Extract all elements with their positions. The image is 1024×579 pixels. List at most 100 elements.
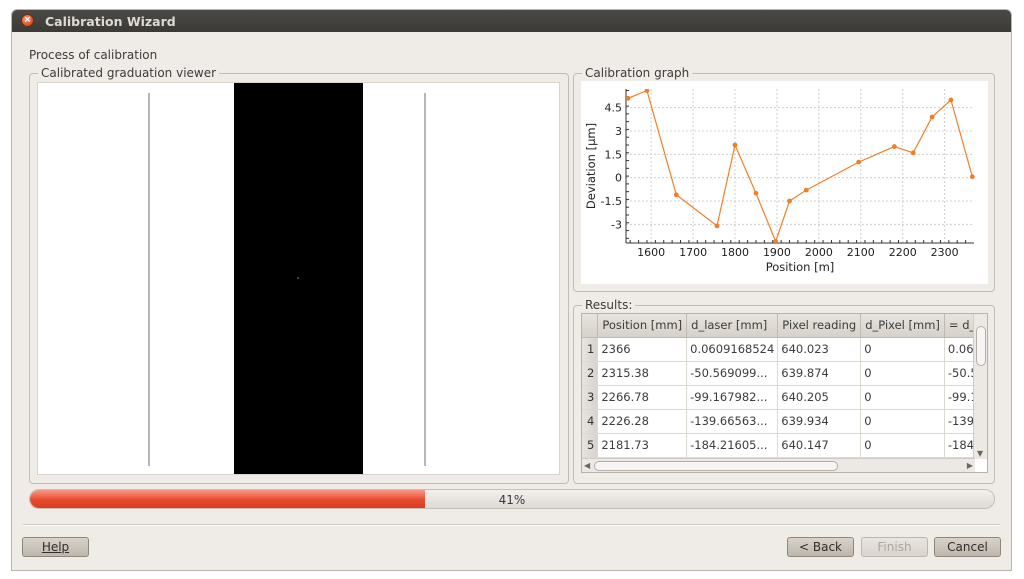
deviation-point bbox=[732, 142, 738, 148]
x-tick-label: 2000 bbox=[805, 246, 833, 259]
table-row[interactable]: 5 2181.73 -184.21605... 640.147 0 -184.2… bbox=[582, 433, 987, 458]
corner-header bbox=[582, 314, 599, 338]
deviation-point bbox=[969, 174, 975, 180]
finish-button[interactable]: Finish bbox=[861, 537, 928, 557]
back-button[interactable]: < Back bbox=[787, 537, 854, 557]
y-tick-label: 4.5 bbox=[605, 102, 623, 115]
process-label: Process of calibration bbox=[29, 48, 158, 62]
results-table[interactable]: Position [mm] d_laser [mm] Pixel reading… bbox=[581, 313, 988, 473]
help-button[interactable]: Help bbox=[22, 537, 89, 557]
calibration-wizard-window: × Calibration Wizard Process of calibrat… bbox=[11, 9, 1012, 571]
window-title: Calibration Wizard bbox=[45, 14, 176, 29]
deviation-point bbox=[891, 144, 897, 149]
table-header-row: Position [mm] d_laser [mm] Pixel reading… bbox=[582, 314, 987, 338]
vertical-scroll-thumb[interactable] bbox=[976, 326, 986, 366]
cell-d-pixel[interactable]: 0 bbox=[860, 385, 945, 410]
graduation-viewer-canvas[interactable] bbox=[37, 82, 560, 475]
cell-d-laser[interactable]: 0.0609168524 bbox=[686, 337, 779, 362]
vertical-scrollbar[interactable]: ▼ bbox=[973, 314, 987, 459]
graduation-viewer-title: Calibrated graduation viewer bbox=[38, 66, 220, 80]
deviation-point bbox=[856, 159, 862, 165]
x-tick-label: 2100 bbox=[847, 246, 875, 259]
y-tick-label: 3 bbox=[615, 125, 622, 138]
y-tick-label: -1.5 bbox=[601, 195, 622, 208]
cell-d-pixel[interactable]: 0 bbox=[860, 409, 945, 434]
horizontal-scrollbar[interactable]: ◀ ▶ bbox=[582, 458, 975, 472]
x-tick-label: 1800 bbox=[721, 246, 749, 259]
deviation-point bbox=[803, 187, 809, 193]
column-header-position[interactable]: Position [mm] bbox=[597, 314, 688, 338]
table-row[interactable]: 2 2315.38 -50.569099... 639.874 0 -50.56… bbox=[582, 361, 987, 386]
finish-button-label: Finish bbox=[877, 540, 912, 554]
cancel-button-label: Cancel bbox=[947, 540, 988, 554]
deviation-series-line bbox=[627, 89, 973, 243]
cell-pixel-reading[interactable]: 640.023 bbox=[777, 337, 862, 362]
cell-pixel-reading[interactable]: 639.934 bbox=[777, 409, 862, 434]
deviation-point bbox=[644, 89, 650, 93]
cell-pixel-reading[interactable]: 640.205 bbox=[777, 385, 862, 410]
crosshair-dot bbox=[297, 277, 299, 279]
help-button-label: Help bbox=[41, 540, 70, 554]
close-window-button[interactable]: × bbox=[21, 14, 34, 27]
deviation-point bbox=[910, 150, 916, 156]
back-button-label: < Back bbox=[798, 540, 842, 554]
cell-position[interactable]: 2181.73 bbox=[597, 433, 688, 458]
calibration-graph-plot-area: 1600 1700 1800 1900 2000 2100 2200 2300 4.5 3 1.5 0… bbox=[581, 81, 988, 284]
graduation-viewer-group: Calibrated graduation viewer bbox=[29, 66, 569, 484]
cell-pixel-reading[interactable]: 640.147 bbox=[777, 433, 862, 458]
x-tick-label: 2300 bbox=[931, 246, 959, 259]
deviation-point bbox=[753, 190, 759, 196]
table-row[interactable]: 4 2226.28 -139.66563... 639.934 0 -139.6… bbox=[582, 409, 987, 434]
cell-d-laser[interactable]: -99.167982... bbox=[686, 385, 779, 410]
results-title: Results: bbox=[582, 298, 636, 312]
cell-d-laser[interactable]: -139.66563... bbox=[686, 409, 779, 434]
deviation-point bbox=[673, 192, 679, 198]
table-row[interactable]: 3 2266.78 -99.167982... 640.205 0 -99.16… bbox=[582, 385, 987, 410]
scroll-left-arrow-icon[interactable]: ◀ bbox=[584, 461, 590, 470]
row-number[interactable]: 1 bbox=[582, 337, 599, 362]
cell-position[interactable]: 2266.78 bbox=[597, 385, 688, 410]
x-tick-label: 2200 bbox=[889, 246, 917, 259]
calibration-graph-group: Calibration graph 1600 1700 1800 1900 2000 21… bbox=[573, 66, 995, 292]
deviation-point bbox=[948, 97, 954, 103]
cell-position[interactable]: 2226.28 bbox=[597, 409, 688, 434]
deviation-point bbox=[787, 198, 792, 204]
scroll-right-arrow-icon[interactable]: ▶ bbox=[967, 461, 973, 470]
footer-separator bbox=[23, 524, 1000, 526]
cell-position[interactable]: 2366 bbox=[597, 337, 688, 362]
title-bar: × Calibration Wizard bbox=[12, 10, 1011, 32]
cell-d-pixel[interactable]: 0 bbox=[860, 433, 945, 458]
y-tick-label: -3 bbox=[611, 218, 622, 231]
row-number[interactable]: 4 bbox=[582, 409, 599, 434]
deviation-point bbox=[929, 114, 935, 120]
deviation-point bbox=[714, 223, 720, 229]
cell-pixel-reading[interactable]: 639.874 bbox=[777, 361, 862, 386]
column-header-pixel-reading[interactable]: Pixel reading bbox=[777, 314, 862, 338]
x-tick-label: 1700 bbox=[679, 246, 707, 259]
cell-d-pixel[interactable]: 0 bbox=[860, 361, 945, 386]
horizontal-scroll-thumb[interactable] bbox=[594, 461, 838, 471]
progress-label: 41% bbox=[498, 493, 526, 507]
x-axis-label: Position [m] bbox=[766, 260, 835, 274]
row-number[interactable]: 3 bbox=[582, 385, 599, 410]
y-tick-label: 1.5 bbox=[605, 148, 623, 161]
cell-d-laser[interactable]: -50.569099... bbox=[686, 361, 779, 386]
calibration-graph-title: Calibration graph bbox=[582, 66, 693, 80]
results-grid: Position [mm] d_laser [mm] Pixel reading… bbox=[582, 314, 987, 458]
cell-d-laser[interactable]: -184.21605... bbox=[686, 433, 779, 458]
y-axis-label: Deviation [µm] bbox=[584, 123, 598, 209]
table-row[interactable]: 1 2366 0.0609168524 640.023 0 0.06091 bbox=[582, 337, 987, 362]
column-header-d-laser[interactable]: d_laser [mm] bbox=[686, 314, 779, 338]
cancel-button[interactable]: Cancel bbox=[934, 537, 1001, 557]
cell-position[interactable]: 2315.38 bbox=[597, 361, 688, 386]
x-tick-label: 1600 bbox=[637, 246, 665, 259]
column-header-d-pixel[interactable]: d_Pixel [mm] bbox=[860, 314, 945, 338]
row-number[interactable]: 5 bbox=[582, 433, 599, 458]
y-tick-label: 0 bbox=[615, 172, 622, 185]
row-number[interactable]: 2 bbox=[582, 361, 599, 386]
scroll-down-arrow-icon[interactable]: ▼ bbox=[977, 449, 983, 458]
cell-d-pixel[interactable]: 0 bbox=[860, 337, 945, 362]
calibration-progress-bar: 41% bbox=[29, 489, 995, 509]
calibration-chart: 1600 1700 1800 1900 2000 2100 2200 2300 4.5 3 1.5 0… bbox=[584, 89, 975, 274]
x-tick-label: 1900 bbox=[763, 246, 791, 259]
